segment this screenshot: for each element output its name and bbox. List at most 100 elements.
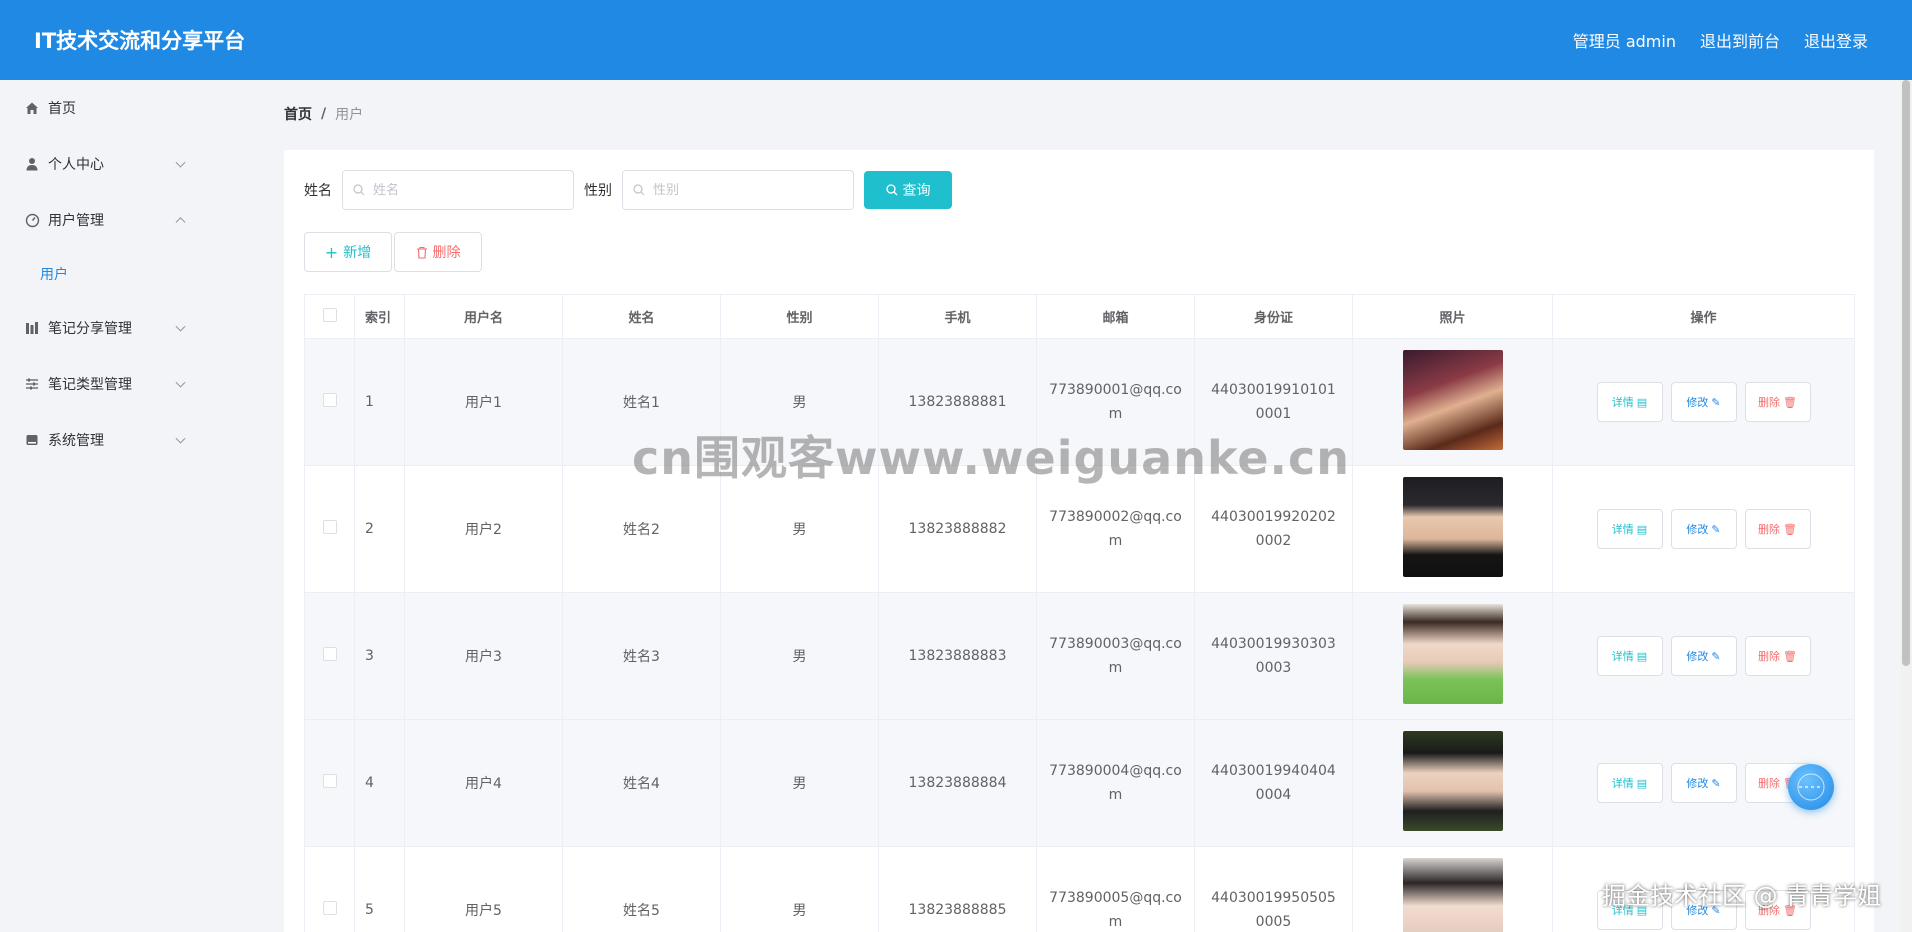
detail-button-label: 详情 [1611, 523, 1634, 536]
document-icon: ▤ [1636, 903, 1648, 917]
delete-button[interactable]: 删除🗑 [1744, 509, 1811, 549]
email-text: 773890004@qq.com [1049, 763, 1182, 803]
delete-button[interactable]: 删除🗑 [1744, 636, 1811, 676]
sliders-icon [24, 376, 40, 392]
detail-button[interactable]: 详情 ▤ [1596, 382, 1663, 422]
header-links: 管理员 admin 退出到前台 退出登录 [1573, 28, 1868, 52]
gender-search-field[interactable] [622, 170, 854, 210]
sidebar-item-note-type-management[interactable]: 笔记类型管理 [0, 356, 256, 412]
add-button-label: 新增 [343, 245, 372, 261]
query-button[interactable]: 查询 [864, 171, 952, 209]
chevron-down-icon [175, 321, 186, 332]
cell-index: 3 [354, 592, 405, 720]
plus-icon: + [324, 242, 339, 262]
floating-assist-button[interactable] [1788, 764, 1834, 810]
select-all-cell[interactable] [304, 294, 355, 339]
row-checkbox[interactable] [322, 647, 337, 661]
cell-username: 用户2 [404, 465, 563, 593]
header-gender: 性别 [720, 294, 879, 339]
sidebar-item-user-management[interactable]: 用户管理 [0, 192, 256, 248]
sidebar-item-personal-center[interactable]: 个人中心 [0, 136, 256, 192]
cell-photo [1352, 592, 1553, 720]
sidebar-item-home[interactable]: 首页 [0, 80, 256, 136]
delete-button-label: 删除 [1758, 396, 1781, 409]
email-text: 773890005@qq.com [1049, 890, 1182, 930]
exit-to-front-link[interactable]: 退出到前台 [1700, 28, 1780, 52]
chevron-down-icon [175, 377, 186, 388]
cell-phone: 13823888884 [878, 719, 1037, 847]
pencil-icon: ✎ [1711, 776, 1721, 790]
edit-button-label: 修改 [1686, 650, 1709, 663]
sidebar-item-note-share-management[interactable]: 笔记分享管理 [0, 300, 256, 356]
edit-button[interactable]: 修改 ✎ [1670, 382, 1737, 422]
cell-id-card: 440300199505050005 [1194, 846, 1353, 932]
cell-username: 用户1 [404, 338, 563, 466]
header-photo: 照片 [1352, 294, 1553, 339]
cell-gender: 男 [720, 465, 879, 593]
add-button[interactable]: + 新增 [304, 232, 392, 272]
header-email: 邮箱 [1036, 294, 1195, 339]
table-row: 2 用户2 姓名2 男 13823888882 773890002@qq.com… [304, 465, 1855, 593]
trash-icon: 🗑 [1783, 395, 1797, 409]
id-card-text: 440300199505050005 [1211, 890, 1336, 930]
delete-button[interactable]: 删除🗑 [1744, 890, 1811, 930]
sidebar-item-label: 笔记类型管理 [48, 377, 132, 393]
cell-gender: 男 [720, 719, 879, 847]
delete-button[interactable]: 删除🗑 [1744, 382, 1811, 422]
app-title: IT技术交流和分享平台 [34, 29, 246, 53]
header-username: 用户名 [404, 294, 563, 339]
user-photo[interactable] [1402, 477, 1503, 577]
cell-username: 用户3 [404, 592, 563, 720]
select-all-checkbox[interactable] [322, 307, 337, 322]
document-icon: ▤ [1636, 649, 1648, 663]
crosshair-icon [1797, 773, 1825, 801]
row-checkbox[interactable] [322, 901, 337, 915]
gender-input[interactable] [653, 182, 833, 198]
top-header: IT技术交流和分享平台 管理员 admin 退出到前台 退出登录 [0, 0, 1912, 80]
trash-icon: 🗑 [1783, 522, 1797, 536]
cell-phone: 13823888881 [878, 338, 1037, 466]
user-photo[interactable] [1402, 350, 1503, 450]
batch-delete-button[interactable]: 删除 [394, 232, 482, 272]
table-row: 4 用户4 姓名4 男 13823888884 773890004@qq.com… [304, 719, 1855, 847]
chevron-up-icon [175, 217, 186, 228]
detail-button-label: 详情 [1611, 396, 1634, 409]
email-text: 773890003@qq.com [1049, 636, 1182, 676]
name-input[interactable] [373, 182, 553, 198]
document-icon: ▤ [1636, 522, 1648, 536]
document-icon: ▤ [1636, 395, 1648, 409]
logout-link[interactable]: 退出登录 [1804, 28, 1868, 52]
pencil-icon: ✎ [1711, 522, 1721, 536]
page-scrollbar[interactable] [1900, 80, 1912, 932]
row-checkbox[interactable] [322, 393, 337, 407]
row-checkbox[interactable] [322, 520, 337, 534]
sidebar-item-label: 系统管理 [48, 433, 104, 449]
edit-button[interactable]: 修改 ✎ [1670, 763, 1737, 803]
detail-button[interactable]: 详情 ▤ [1596, 636, 1663, 676]
sidebar-item-label: 首页 [48, 101, 76, 117]
sidebar-subitem-user[interactable]: 用户 [0, 248, 256, 300]
breadcrumb: 首页 / 用户 [284, 80, 1874, 148]
breadcrumb-home[interactable]: 首页 [284, 104, 312, 124]
edit-button[interactable]: 修改 ✎ [1670, 890, 1737, 930]
scrollbar-thumb[interactable] [1902, 80, 1910, 666]
row-checkbox[interactable] [322, 774, 337, 788]
name-search-field[interactable] [342, 170, 574, 210]
detail-button-label: 详情 [1611, 650, 1634, 663]
user-photo[interactable] [1402, 858, 1503, 932]
main-content: 首页 / 用户 姓名 性别 查询 + 新增 [284, 80, 1874, 932]
user-photo[interactable] [1402, 604, 1503, 704]
user-photo[interactable] [1402, 731, 1503, 831]
detail-button[interactable]: 详情 ▤ [1596, 763, 1663, 803]
edit-button[interactable]: 修改 ✎ [1670, 509, 1737, 549]
detail-button[interactable]: 详情 ▤ [1596, 890, 1663, 930]
user-icon [24, 156, 40, 172]
cell-email: 773890003@qq.com [1036, 592, 1195, 720]
edit-button[interactable]: 修改 ✎ [1670, 636, 1737, 676]
detail-button[interactable]: 详情 ▤ [1596, 509, 1663, 549]
cell-name: 姓名4 [562, 719, 721, 847]
chevron-down-icon [175, 157, 186, 168]
delete-button-label: 删除 [1758, 904, 1781, 917]
sidebar-item-system-management[interactable]: 系统管理 [0, 412, 256, 468]
id-card-text: 440300199101010001 [1211, 382, 1336, 422]
